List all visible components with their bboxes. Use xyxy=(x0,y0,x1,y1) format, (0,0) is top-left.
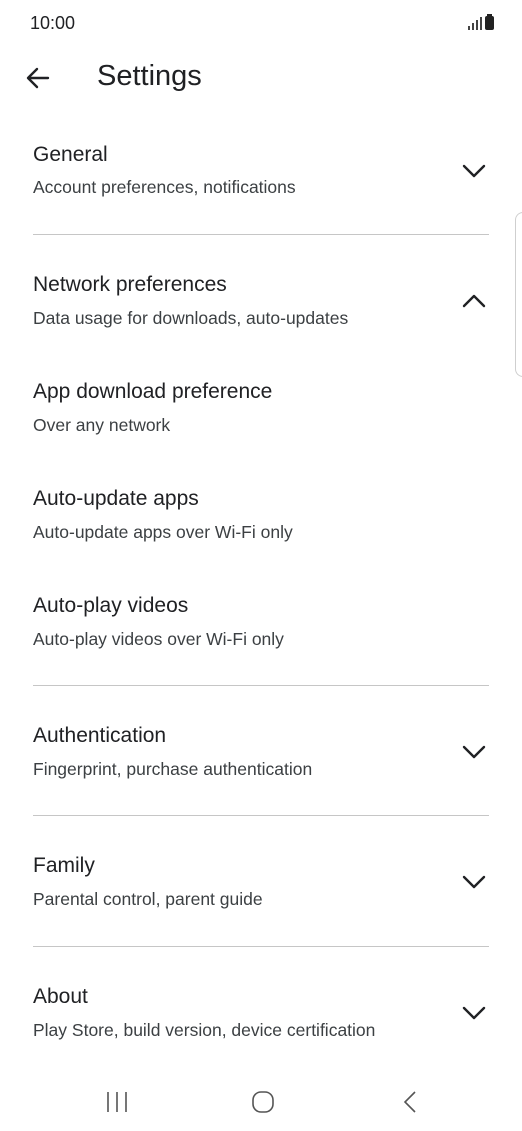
status-time: 10:00 xyxy=(30,13,76,33)
section-title: About xyxy=(33,985,88,1008)
section-title: Network preferences xyxy=(33,273,227,296)
battery-icon xyxy=(485,14,494,30)
settings-section-about[interactable]: About Play Store, build version, device … xyxy=(0,970,522,1070)
settings-section-general[interactable]: General Account preferences, notificatio… xyxy=(0,128,522,248)
section-subtitle: Parental control, parent guide xyxy=(33,889,263,909)
section-subtitle: Play Store, build version, device certif… xyxy=(33,1020,376,1040)
arrow-back-icon xyxy=(26,67,50,89)
setting-item-auto-update-apps[interactable]: Auto-update apps Auto-update apps over W… xyxy=(0,472,522,552)
recents-icon xyxy=(107,1092,127,1112)
chevron-down-icon[interactable] xyxy=(458,736,490,768)
setting-item-auto-play-videos[interactable]: Auto-play videos Auto-play videos over W… xyxy=(0,579,522,659)
settings-section-authentication[interactable]: Authentication Fingerprint, purchase aut… xyxy=(0,709,522,809)
app-bar: Settings xyxy=(0,48,522,108)
item-title: Auto-play videos xyxy=(33,594,189,617)
divider xyxy=(33,946,489,947)
system-nav-bar xyxy=(0,1077,522,1131)
section-subtitle: Data usage for downloads, auto-updates xyxy=(33,308,349,328)
divider xyxy=(33,815,489,816)
item-subtitle: Auto-play videos over Wi-Fi only xyxy=(33,629,284,649)
section-title: Family xyxy=(33,854,95,877)
chevron-up-icon[interactable] xyxy=(458,285,490,317)
section-title: General xyxy=(33,143,108,166)
item-title: App download preference xyxy=(33,380,273,403)
chevron-down-icon[interactable] xyxy=(458,997,490,1029)
settings-section-network-preferences[interactable]: Network preferences Data usage for downl… xyxy=(0,258,522,338)
settings-section-family[interactable]: Family Parental control, parent guide xyxy=(0,839,522,939)
status-icons xyxy=(454,14,494,34)
back-button[interactable] xyxy=(20,60,56,96)
home-icon xyxy=(252,1091,274,1113)
scroll-indicator[interactable] xyxy=(515,212,522,377)
divider xyxy=(33,685,489,686)
divider xyxy=(33,234,489,235)
status-bar: 10:00 xyxy=(0,0,522,48)
recents-button[interactable] xyxy=(97,1087,137,1117)
section-subtitle: Fingerprint, purchase authentication xyxy=(33,759,313,779)
nav-back-button[interactable] xyxy=(389,1087,429,1117)
item-subtitle: Over any network xyxy=(33,415,171,435)
section-title: Authentication xyxy=(33,724,167,747)
setting-item-app-download-preference[interactable]: App download preference Over any network xyxy=(0,365,522,445)
section-subtitle: Account preferences, notifications xyxy=(33,177,296,197)
chevron-down-icon[interactable] xyxy=(458,155,490,187)
home-button[interactable] xyxy=(243,1087,283,1117)
chevron-down-icon[interactable] xyxy=(458,866,490,898)
page-title: Settings xyxy=(97,60,202,92)
nav-back-icon xyxy=(403,1091,416,1113)
item-title: Auto-update apps xyxy=(33,487,199,510)
signal-bars-icon xyxy=(468,14,484,34)
item-subtitle: Auto-update apps over Wi-Fi only xyxy=(33,522,293,542)
